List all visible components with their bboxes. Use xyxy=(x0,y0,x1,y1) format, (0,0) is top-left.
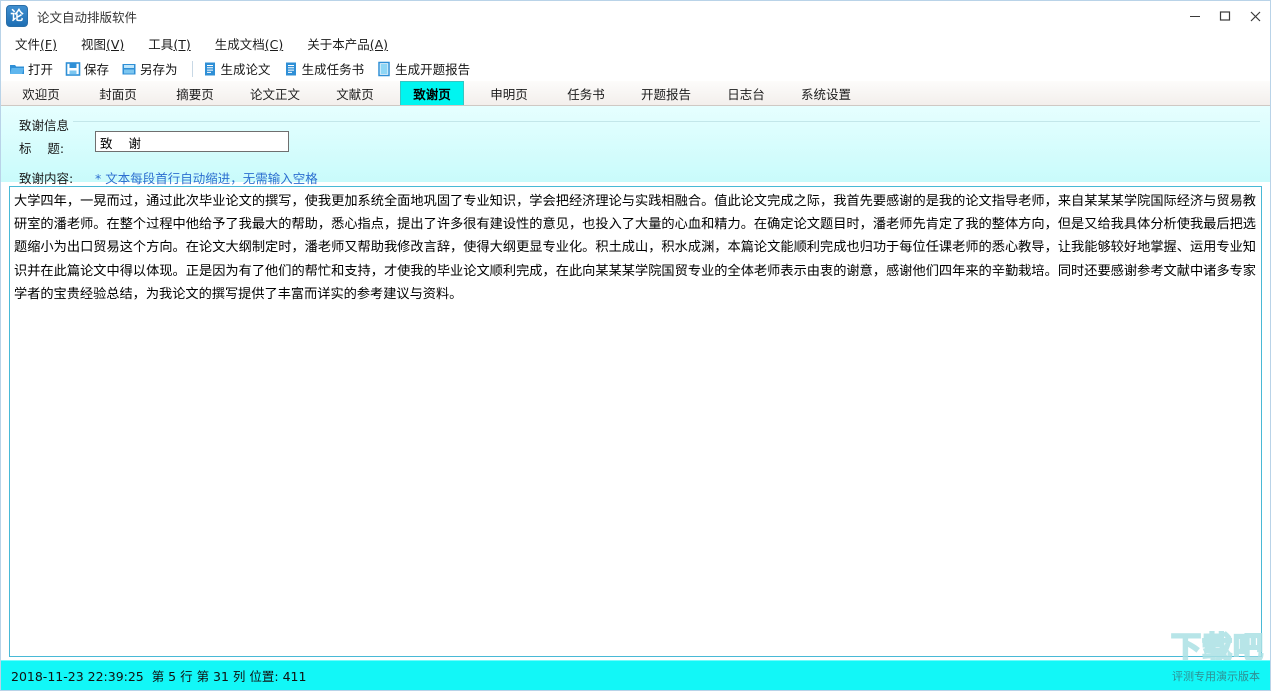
document-thesis-icon xyxy=(202,61,218,77)
toolbar-save-as-button[interactable]: 另存为 xyxy=(121,59,178,78)
toolbar-save-button[interactable]: 保存 xyxy=(65,59,109,78)
menu-item-about-mnemonic: (A) xyxy=(369,37,389,52)
menu-item-about[interactable]: 关于本产品(A) xyxy=(307,34,388,53)
menu-item-tools-mnemonic: (T) xyxy=(173,37,191,52)
toolbar-save-label: 保存 xyxy=(84,62,110,77)
menu-item-tools-label: 工具 xyxy=(148,37,174,52)
toolbar-generate-report-label: 生成开题报告 xyxy=(395,62,471,77)
toolbar-save-as-label: 另存为 xyxy=(140,62,178,77)
window-controls xyxy=(1180,1,1270,31)
document-report-icon xyxy=(376,61,392,77)
window-title: 论文自动排版软件 xyxy=(37,9,138,25)
menu-item-view-mnemonic: (V) xyxy=(105,37,125,52)
acknowledgement-text-editor[interactable]: 大学四年，一晃而过，通过此次毕业论文的撰写，使我更加系统全面地巩固了专业知识，学… xyxy=(9,186,1262,657)
toolbar-generate-thesis-label: 生成论文 xyxy=(220,62,271,77)
folder-open-icon xyxy=(9,61,25,77)
tab-declaration[interactable]: 申明页 xyxy=(477,81,541,105)
save-disk-icon xyxy=(65,61,81,77)
toolbar-generate-report-button[interactable]: 生成开题报告 xyxy=(376,59,470,78)
toolbar-open-label: 打开 xyxy=(28,62,54,77)
content-field-label: 致谢内容: xyxy=(19,171,74,186)
application-window: 论 论文自动排版软件 文件(F) 视图(V) 工具(T) 生成文档(C) 关于本… xyxy=(0,0,1271,691)
title-field-label: 标 题: xyxy=(19,141,65,156)
tab-acknowledgement[interactable]: 致谢页 xyxy=(400,81,465,105)
tab-declaration-label: 申明页 xyxy=(490,86,528,102)
minimize-icon[interactable] xyxy=(1180,1,1210,31)
form-group-divider xyxy=(73,121,1260,122)
menu-item-about-label: 关于本产品 xyxy=(307,37,370,52)
tab-proposal-label: 开题报告 xyxy=(641,86,692,102)
menu-item-file[interactable]: 文件(F) xyxy=(15,34,57,53)
menu-item-generate-doc-label: 生成文档 xyxy=(214,37,265,52)
tab-welcome-label: 欢迎页 xyxy=(22,86,60,102)
menu-item-view[interactable]: 视图(V) xyxy=(81,34,124,53)
tab-system-settings-label: 系统设置 xyxy=(801,86,852,102)
toolbar-open-button[interactable]: 打开 xyxy=(9,59,53,78)
tab-body-label: 论文正文 xyxy=(250,86,301,102)
toolbar-generate-task-label: 生成任务书 xyxy=(301,62,365,77)
toolbar-generate-task-button[interactable]: 生成任务书 xyxy=(283,59,365,78)
title-bar: 论 论文自动排版软件 xyxy=(1,1,1270,31)
menu-bar: 文件(F) 视图(V) 工具(T) 生成文档(C) 关于本产品(A) xyxy=(1,31,1270,56)
status-info-text: 2018-11-23 22:39:25 第 5 行 第 31 列 位置: 411 xyxy=(11,669,307,684)
menu-item-file-label: 文件 xyxy=(15,37,41,52)
form-group-label: 致谢信息 xyxy=(19,118,70,133)
tab-references-label: 文献页 xyxy=(336,86,374,102)
tab-log-console[interactable]: 日志台 xyxy=(714,81,778,105)
save-as-icon xyxy=(121,61,137,77)
tab-welcome[interactable]: 欢迎页 xyxy=(9,81,73,105)
tab-references[interactable]: 文献页 xyxy=(323,81,387,105)
menu-item-generate-doc-mnemonic: (C) xyxy=(264,37,284,52)
indent-hint-text: * 文本每段首行自动缩进，无需输入空格 xyxy=(95,171,318,186)
tab-cover-label: 封面页 xyxy=(99,86,137,102)
document-task-icon xyxy=(283,61,299,77)
tab-abstract-label: 摘要页 xyxy=(176,86,214,102)
menu-item-tools[interactable]: 工具(T) xyxy=(148,34,190,53)
acknowledgement-text-content[interactable]: 大学四年，一晃而过，通过此次毕业论文的撰写，使我更加系统全面地巩固了专业知识，学… xyxy=(10,187,1261,306)
status-bar: 2018-11-23 22:39:25 第 5 行 第 31 列 位置: 411… xyxy=(1,660,1270,690)
tab-task-book[interactable]: 任务书 xyxy=(554,81,618,105)
trial-notice-label: 评测专用演示版本 xyxy=(1172,669,1260,683)
toolbar-separator xyxy=(191,60,193,77)
close-icon[interactable] xyxy=(1240,1,1270,31)
menu-item-file-mnemonic: (F) xyxy=(40,37,57,52)
tab-body[interactable]: 论文正文 xyxy=(240,81,310,105)
tab-proposal[interactable]: 开题报告 xyxy=(631,81,701,105)
maximize-icon[interactable] xyxy=(1210,1,1240,31)
tab-bar: 欢迎页 封面页 摘要页 论文正文 文献页 致谢页 申明页 任务书 开题报告 日志… xyxy=(1,81,1270,106)
tab-abstract[interactable]: 摘要页 xyxy=(163,81,227,105)
menu-item-view-label: 视图 xyxy=(80,37,106,52)
tool-bar: 打开 保存 另存为 生成论文 生成任务书 生成开题报告 xyxy=(1,56,1270,81)
toolbar-generate-thesis-button[interactable]: 生成论文 xyxy=(202,59,271,78)
app-logo-icon: 论 xyxy=(6,5,28,27)
tab-system-settings[interactable]: 系统设置 xyxy=(791,81,861,105)
tab-cover[interactable]: 封面页 xyxy=(86,81,150,105)
tab-acknowledgement-label: 致谢页 xyxy=(413,87,451,102)
menu-item-generate-doc[interactable]: 生成文档(C) xyxy=(215,34,284,53)
tab-log-console-label: 日志台 xyxy=(727,86,765,102)
title-input[interactable] xyxy=(95,131,289,152)
tab-task-book-label: 任务书 xyxy=(567,86,605,102)
